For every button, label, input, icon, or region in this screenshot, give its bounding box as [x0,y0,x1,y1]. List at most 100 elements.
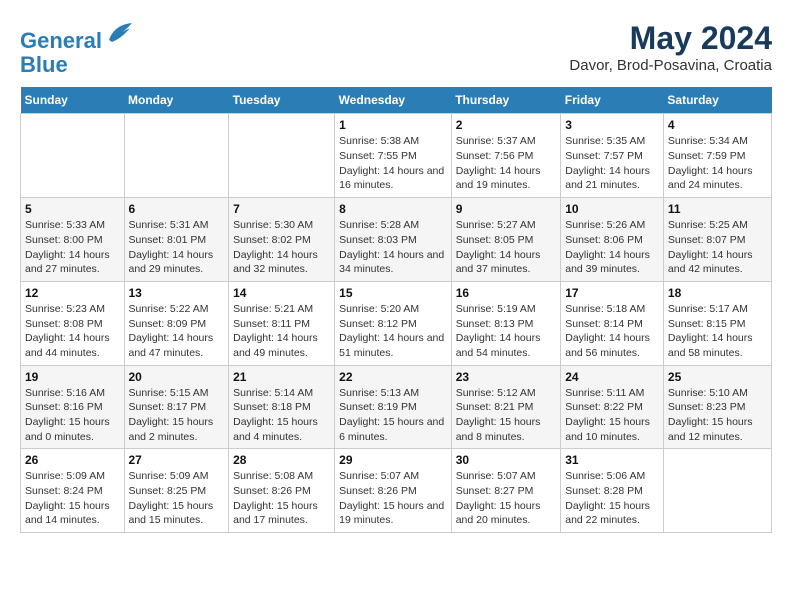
day-number: 31 [565,453,659,467]
day-number: 16 [456,286,557,300]
day-number: 10 [565,202,659,216]
calendar-cell: 3Sunrise: 5:35 AM Sunset: 7:57 PM Daylig… [561,114,664,198]
day-info: Sunrise: 5:06 AM Sunset: 8:28 PM Dayligh… [565,469,659,528]
day-number: 25 [668,370,767,384]
day-number: 20 [129,370,225,384]
calendar-week-1: 1 Sunrise: 5:38 AM Sunset: 7:55 PM Daylig… [21,114,772,198]
day-info: Sunrise: 5:18 AM Sunset: 8:14 PM Dayligh… [565,302,659,361]
day-number: 13 [129,286,225,300]
calendar-cell: 16Sunrise: 5:19 AM Sunset: 8:13 PM Dayli… [451,281,561,365]
day-number: 27 [129,453,225,467]
weekday-header-row: SundayMondayTuesdayWednesdayThursdayFrid… [21,87,772,114]
day-info: Sunrise: 5:27 AM Sunset: 8:05 PM Dayligh… [456,218,557,277]
calendar-cell: 6Sunrise: 5:31 AM Sunset: 8:01 PM Daylig… [124,198,229,282]
calendar-cell: 10 Sunrise: 5:26 AM Sunset: 8:06 PM Dayli… [561,198,664,282]
day-number: 28 [233,453,330,467]
calendar-week-5: 26 Sunrise: 5:09 AM Sunset: 8:24 PM Dayli… [21,449,772,533]
day-number: 2 [456,118,557,132]
calendar-cell [21,114,125,198]
day-number: 15 [339,286,447,300]
calendar-cell: 18 Sunrise: 5:17 AM Sunset: 8:15 PM Dayli… [663,281,771,365]
weekday-thursday: Thursday [451,87,561,114]
day-number: 24 [565,370,659,384]
day-number: 11 [668,202,767,216]
day-number: 5 [25,202,120,216]
calendar-cell: 28 Sunrise: 5:08 AM Sunset: 8:26 PM Dayli… [229,449,335,533]
calendar-cell: 23Sunrise: 5:12 AM Sunset: 8:21 PM Dayli… [451,365,561,449]
logo: General Blue [20,20,134,77]
day-number: 21 [233,370,330,384]
calendar-cell: 20Sunrise: 5:15 AM Sunset: 8:17 PM Dayli… [124,365,229,449]
calendar-cell: 15 Sunrise: 5:20 AM Sunset: 8:12 PM Dayli… [335,281,452,365]
calendar-cell: 21 Sunrise: 5:14 AM Sunset: 8:18 PM Dayli… [229,365,335,449]
day-info: Sunrise: 5:25 AM Sunset: 8:07 PM Dayligh… [668,218,767,277]
title-block: May 2024 Davor, Brod-Posavina, Croatia [569,20,772,74]
day-number: 8 [339,202,447,216]
day-number: 19 [25,370,120,384]
weekday-friday: Friday [561,87,664,114]
calendar-cell: 24 Sunrise: 5:11 AM Sunset: 8:22 PM Dayli… [561,365,664,449]
day-number: 4 [668,118,767,132]
subtitle: Davor, Brod-Posavina, Croatia [569,57,772,74]
page-header: General Blue May 2024 Davor, Brod-Posavi… [20,20,772,77]
day-number: 14 [233,286,330,300]
day-number: 9 [456,202,557,216]
day-number: 22 [339,370,447,384]
calendar-cell: 26 Sunrise: 5:09 AM Sunset: 8:24 PM Dayli… [21,449,125,533]
weekday-wednesday: Wednesday [335,87,452,114]
day-info: Sunrise: 5:11 AM Sunset: 8:22 PM Dayligh… [565,386,659,445]
calendar-cell [663,449,771,533]
calendar-cell: 30 Sunrise: 5:07 AM Sunset: 8:27 PM Dayli… [451,449,561,533]
weekday-monday: Monday [124,87,229,114]
calendar-cell: 25 Sunrise: 5:10 AM Sunset: 8:23 PM Dayli… [663,365,771,449]
calendar-cell: 22Sunrise: 5:13 AM Sunset: 8:19 PM Dayli… [335,365,452,449]
calendar-cell: 29 Sunrise: 5:07 AM Sunset: 8:26 PM Dayli… [335,449,452,533]
day-info: Sunrise: 5:17 AM Sunset: 8:15 PM Dayligh… [668,302,767,361]
calendar-week-4: 19 Sunrise: 5:16 AM Sunset: 8:16 PM Dayli… [21,365,772,449]
calendar-cell: 14 Sunrise: 5:21 AM Sunset: 8:11 PM Dayli… [229,281,335,365]
day-info: Sunrise: 5:10 AM Sunset: 8:23 PM Dayligh… [668,386,767,445]
day-info: Sunrise: 5:21 AM Sunset: 8:11 PM Dayligh… [233,302,330,361]
calendar-cell: 5 Sunrise: 5:33 AM Sunset: 8:00 PM Daylig… [21,198,125,282]
day-info: Sunrise: 5:34 AM Sunset: 7:59 PM Dayligh… [668,134,767,193]
day-number: 30 [456,453,557,467]
calendar-cell: 4 Sunrise: 5:34 AM Sunset: 7:59 PM Daylig… [663,114,771,198]
calendar-cell [229,114,335,198]
day-info: Sunrise: 5:07 AM Sunset: 8:27 PM Dayligh… [456,469,557,528]
day-info: Sunrise: 5:30 AM Sunset: 8:02 PM Dayligh… [233,218,330,277]
day-info: Sunrise: 5:16 AM Sunset: 8:16 PM Dayligh… [25,386,120,445]
main-title: May 2024 [569,20,772,57]
day-number: 29 [339,453,447,467]
calendar-cell [124,114,229,198]
calendar-cell: 12Sunrise: 5:23 AM Sunset: 8:08 PM Dayli… [21,281,125,365]
day-number: 6 [129,202,225,216]
calendar-cell: 1 Sunrise: 5:38 AM Sunset: 7:55 PM Daylig… [335,114,452,198]
day-info: Sunrise: 5:07 AM Sunset: 8:26 PM Dayligh… [339,469,447,528]
calendar-cell: 11 Sunrise: 5:25 AM Sunset: 8:07 PM Dayli… [663,198,771,282]
calendar-cell: 2Sunrise: 5:37 AM Sunset: 7:56 PM Daylig… [451,114,561,198]
day-info: Sunrise: 5:23 AM Sunset: 8:08 PM Dayligh… [25,302,120,361]
day-number: 1 [339,118,447,132]
calendar-cell: 13 Sunrise: 5:22 AM Sunset: 8:09 PM Dayli… [124,281,229,365]
calendar-cell: 31 Sunrise: 5:06 AM Sunset: 8:28 PM Dayli… [561,449,664,533]
day-info: Sunrise: 5:14 AM Sunset: 8:18 PM Dayligh… [233,386,330,445]
day-number: 7 [233,202,330,216]
day-info: Sunrise: 5:20 AM Sunset: 8:12 PM Dayligh… [339,302,447,361]
calendar-body: 1 Sunrise: 5:38 AM Sunset: 7:55 PM Daylig… [21,114,772,533]
day-number: 26 [25,453,120,467]
day-info: Sunrise: 5:08 AM Sunset: 8:26 PM Dayligh… [233,469,330,528]
weekday-tuesday: Tuesday [229,87,335,114]
day-info: Sunrise: 5:26 AM Sunset: 8:06 PM Dayligh… [565,218,659,277]
day-info: Sunrise: 5:28 AM Sunset: 8:03 PM Dayligh… [339,218,447,277]
day-info: Sunrise: 5:38 AM Sunset: 7:55 PM Dayligh… [339,134,447,193]
calendar-cell: 9 Sunrise: 5:27 AM Sunset: 8:05 PM Daylig… [451,198,561,282]
day-info: Sunrise: 5:22 AM Sunset: 8:09 PM Dayligh… [129,302,225,361]
day-info: Sunrise: 5:09 AM Sunset: 8:25 PM Dayligh… [129,469,225,528]
day-info: Sunrise: 5:35 AM Sunset: 7:57 PM Dayligh… [565,134,659,193]
day-number: 18 [668,286,767,300]
logo-text: General Blue [20,20,134,77]
day-info: Sunrise: 5:33 AM Sunset: 8:00 PM Dayligh… [25,218,120,277]
weekday-sunday: Sunday [21,87,125,114]
day-info: Sunrise: 5:12 AM Sunset: 8:21 PM Dayligh… [456,386,557,445]
day-info: Sunrise: 5:09 AM Sunset: 8:24 PM Dayligh… [25,469,120,528]
